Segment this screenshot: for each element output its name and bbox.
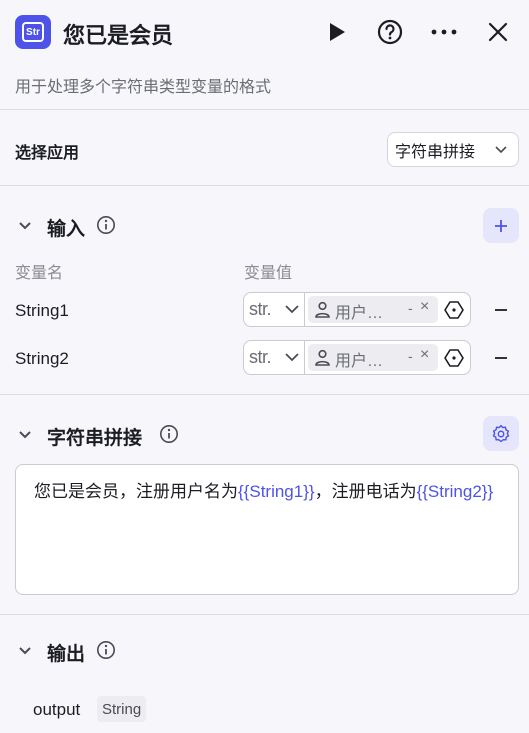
variable-value-field: str. 用户… - × (243, 340, 471, 375)
variable-picker-icon[interactable] (444, 300, 464, 320)
variable-reference-tag[interactable]: 用户… - × (308, 296, 438, 323)
panel-header: Str 您已是会员 (0, 0, 529, 66)
column-header-name: 变量名 (15, 265, 64, 282)
reference-separator: - (408, 348, 413, 364)
user-icon (315, 349, 330, 366)
plus-icon (495, 219, 507, 232)
variable-reference-tag[interactable]: 用户… - × (308, 344, 438, 371)
minus-icon (495, 357, 507, 359)
user-icon (315, 301, 330, 318)
reference-label: 用户… (335, 305, 384, 322)
output-section-title: 输出 (47, 644, 86, 665)
more-icon (431, 29, 457, 35)
node-title[interactable]: 您已是会员 (63, 18, 173, 50)
gear-icon (492, 424, 510, 442)
divider (0, 614, 529, 615)
select-app-value: 字符串拼接 (395, 143, 476, 161)
chevron-down-icon (285, 305, 299, 314)
variable-type-label: str. (249, 347, 272, 367)
node-description: 用于处理多个字符串类型变量的格式 (15, 79, 272, 96)
help-icon (377, 19, 403, 45)
divider (0, 394, 529, 395)
info-icon[interactable] (96, 640, 116, 660)
column-header-value: 变量值 (244, 265, 293, 282)
variable-name[interactable]: String2 (15, 349, 69, 369)
minus-icon (495, 309, 507, 311)
output-type-badge: String (97, 696, 147, 722)
clear-reference-button[interactable]: × (420, 346, 429, 364)
remove-variable-button[interactable] (491, 300, 511, 320)
node-panel: Str 您已是会员 用于处理多个字符串类型变量的格式 选择应用 字符串拼接 输入… (0, 0, 529, 733)
collapse-input-chevron-icon[interactable] (17, 218, 33, 234)
variable-name[interactable]: String1 (15, 301, 69, 321)
input-section-title: 输入 (47, 219, 86, 240)
variable-value-field: str. 用户… - × (243, 292, 471, 327)
reference-label: 用户… (335, 353, 384, 370)
variable-type-label: str. (249, 299, 272, 319)
select-app-dropdown[interactable]: 字符串拼接 (387, 132, 519, 167)
app-icon-label: Str (22, 22, 44, 42)
template-variable: {{String1}} (238, 482, 315, 501)
reference-separator: - (408, 300, 413, 316)
more-button[interactable] (429, 17, 459, 47)
info-icon[interactable] (96, 215, 116, 235)
clear-reference-button[interactable]: × (420, 298, 429, 316)
concat-section-title: 字符串拼接 (47, 428, 143, 449)
concat-settings-button[interactable] (483, 416, 519, 451)
help-button[interactable] (375, 17, 405, 47)
chevron-down-icon (495, 146, 507, 154)
chevron-down-icon (285, 353, 299, 362)
info-icon[interactable] (159, 424, 179, 444)
divider (0, 185, 529, 186)
collapse-output-chevron-icon[interactable] (17, 643, 33, 659)
template-variable: {{String2}} (416, 482, 494, 501)
collapse-concat-chevron-icon[interactable] (17, 427, 33, 443)
play-icon (330, 23, 345, 41)
select-app-label: 选择应用 (15, 145, 80, 162)
template-text: ，注册电话为 (314, 482, 417, 501)
run-button[interactable] (322, 17, 352, 47)
close-button[interactable] (483, 17, 513, 47)
add-variable-button[interactable] (483, 208, 519, 243)
template-text: 您已是会员，注册用户名为 (34, 482, 238, 501)
close-icon (488, 22, 508, 42)
output-variable-name: output (33, 700, 81, 719)
remove-variable-button[interactable] (491, 348, 511, 368)
divider (0, 109, 529, 110)
variable-picker-icon[interactable] (444, 348, 464, 368)
variable-type-select[interactable]: str. (244, 341, 305, 374)
variable-type-select[interactable]: str. (244, 293, 305, 326)
string-app-icon: Str (15, 15, 51, 49)
concat-template-editor[interactable]: 您已是会员，注册用户名为{{String1}}，注册电话为{{String2}} (15, 464, 519, 595)
